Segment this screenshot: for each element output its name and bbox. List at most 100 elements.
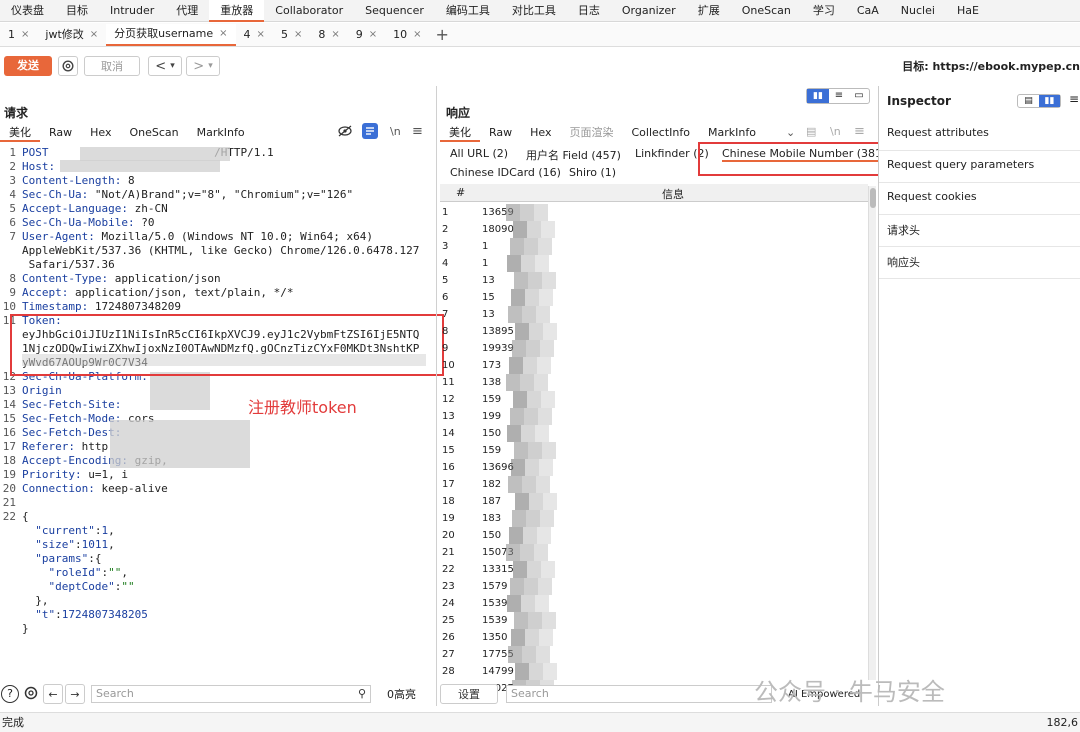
repeater-tab[interactable]: 8 × bbox=[310, 24, 347, 46]
target-label[interactable]: 目标: https://ebook.mypep.cn bbox=[902, 58, 1080, 74]
inspector-section[interactable]: Request query parameters bbox=[887, 158, 1034, 171]
table-row[interactable]: 6 15 bbox=[440, 289, 868, 306]
menu-item[interactable]: OneScan bbox=[731, 0, 802, 22]
menu-item[interactable]: 代理 bbox=[165, 0, 209, 22]
response-menu-icon[interactable]: ≡ bbox=[854, 124, 865, 139]
view-tab[interactable]: Hex bbox=[81, 124, 120, 142]
close-icon[interactable]: × bbox=[331, 24, 339, 46]
table-row[interactable]: 26 1350 bbox=[440, 629, 868, 646]
table-row[interactable]: 17 182 bbox=[440, 476, 868, 493]
menu-item[interactable]: 目标 bbox=[55, 0, 99, 22]
table-row[interactable]: 9 19939 bbox=[440, 340, 868, 357]
column-info[interactable]: 信息 bbox=[662, 186, 684, 202]
table-row[interactable]: 18 187 bbox=[440, 493, 868, 510]
view-tab[interactable]: MarkInfo bbox=[699, 124, 765, 142]
view-tab[interactable]: 美化 bbox=[440, 124, 480, 142]
menu-item[interactable]: Collaborator bbox=[264, 0, 354, 22]
repeater-tab[interactable]: 5 × bbox=[273, 24, 310, 46]
table-row[interactable]: 11 138 bbox=[440, 374, 868, 391]
layout-toggle[interactable]: ▮▮ ≡ ▭ bbox=[806, 88, 870, 104]
results-scrollbar[interactable] bbox=[868, 186, 876, 680]
table-row[interactable]: 24 1539 bbox=[440, 595, 868, 612]
cancel-button[interactable]: 取消 bbox=[84, 56, 140, 76]
table-row[interactable]: 23 1579 bbox=[440, 578, 868, 595]
table-row[interactable]: 13 199 bbox=[440, 408, 868, 425]
inspector-grid-icon[interactable]: ▮▮ bbox=[1039, 95, 1060, 107]
response-expand-icon[interactable]: ⌄ bbox=[786, 126, 795, 139]
inspector-section[interactable]: 请求头 bbox=[887, 222, 920, 238]
split-horizontal-icon[interactable]: ▮▮ bbox=[807, 89, 829, 103]
view-tab[interactable]: Raw bbox=[480, 124, 521, 142]
view-tab[interactable]: 美化 bbox=[0, 124, 40, 142]
inspector-section[interactable]: 响应头 bbox=[887, 254, 920, 270]
table-row[interactable]: 7 13 bbox=[440, 306, 868, 323]
back-button[interactable]: < ▾ bbox=[148, 56, 182, 76]
menu-item[interactable]: 对比工具 bbox=[501, 0, 567, 22]
repeater-tab[interactable]: jwt修改 × bbox=[37, 24, 106, 46]
repeater-tab[interactable]: 分页获取username × bbox=[106, 23, 236, 46]
add-tab-icon[interactable]: + bbox=[430, 25, 455, 44]
pane-divider[interactable] bbox=[436, 86, 437, 706]
view-tab[interactable]: 页面渲染 bbox=[561, 124, 623, 142]
search-next-button[interactable]: → bbox=[65, 684, 85, 704]
table-row[interactable]: 15 159 bbox=[440, 442, 868, 459]
table-row[interactable]: 14 150 bbox=[440, 425, 868, 442]
settings-button[interactable]: 设置 bbox=[440, 684, 498, 704]
view-tab[interactable]: MarkInfo bbox=[188, 124, 254, 142]
table-row[interactable]: 1 13659 bbox=[440, 204, 868, 221]
menu-item[interactable]: HaE bbox=[946, 0, 990, 22]
close-icon[interactable]: × bbox=[257, 24, 265, 46]
inspector-list-icon[interactable]: ▤ bbox=[1018, 95, 1039, 107]
send-button[interactable]: 发送 bbox=[4, 56, 52, 76]
view-tab[interactable]: OneScan bbox=[121, 124, 188, 142]
single-view-icon[interactable]: ▭ bbox=[849, 89, 869, 103]
view-tab[interactable]: Raw bbox=[40, 124, 81, 142]
menu-item[interactable]: 重放器 bbox=[209, 0, 265, 22]
settings-gear-button[interactable] bbox=[58, 56, 78, 76]
repeater-tab[interactable]: 4 × bbox=[236, 24, 273, 46]
menu-item[interactable]: CaA bbox=[846, 0, 890, 22]
request-menu-icon[interactable]: ≡ bbox=[412, 124, 423, 139]
search-settings-icon[interactable] bbox=[23, 685, 39, 704]
collectinfo-filter-tab[interactable]: Chinese IDCard (16) bbox=[450, 166, 561, 179]
table-row[interactable]: 16 13696 bbox=[440, 459, 868, 476]
close-icon[interactable]: × bbox=[219, 23, 227, 45]
inspector-collapse-icon[interactable]: ≡ bbox=[1069, 92, 1079, 106]
repeater-tab[interactable]: 10 × bbox=[385, 24, 429, 46]
menu-item[interactable]: 扩展 bbox=[687, 0, 731, 22]
hide-eye-icon[interactable] bbox=[338, 125, 352, 140]
collectinfo-filter-tab[interactable]: 用户名 Field (457) bbox=[526, 147, 621, 163]
menu-item[interactable]: Sequencer bbox=[354, 0, 435, 22]
table-row[interactable]: 21 15073 bbox=[440, 544, 868, 561]
column-index[interactable]: # bbox=[456, 186, 465, 199]
table-row[interactable]: 31 bbox=[440, 238, 868, 255]
close-icon[interactable]: × bbox=[294, 24, 302, 46]
table-row[interactable]: 25 1539 bbox=[440, 612, 868, 629]
wrap-lines-icon[interactable] bbox=[362, 123, 378, 139]
table-row[interactable]: 22 13315 bbox=[440, 561, 868, 578]
menu-item[interactable]: Nuclei bbox=[890, 0, 946, 22]
menu-item[interactable]: 仪表盘 bbox=[0, 0, 55, 22]
table-row[interactable]: 8 13895 bbox=[440, 323, 868, 340]
menu-item[interactable]: Intruder bbox=[99, 0, 165, 22]
menu-item[interactable]: 学习 bbox=[802, 0, 846, 22]
table-row[interactable]: 19 183 bbox=[440, 510, 868, 527]
split-vertical-icon[interactable]: ≡ bbox=[829, 89, 849, 103]
response-search-input[interactable]: Search bbox=[506, 685, 772, 703]
collectinfo-filter-tab[interactable]: All URL (2) bbox=[450, 147, 508, 160]
inspector-layout-toggle[interactable]: ▤ ▮▮ bbox=[1017, 94, 1061, 108]
close-icon[interactable]: × bbox=[369, 24, 377, 46]
help-icon[interactable]: ? bbox=[1, 685, 19, 703]
response-wrap-icon[interactable]: ▤ bbox=[806, 125, 816, 138]
view-tab[interactable]: CollectInfo bbox=[623, 124, 699, 142]
inspector-section[interactable]: Request attributes bbox=[887, 126, 989, 139]
table-row[interactable]: 12 159 bbox=[440, 391, 868, 408]
repeater-tab[interactable]: 9 × bbox=[348, 24, 385, 46]
table-row[interactable]: 20 150 bbox=[440, 527, 868, 544]
close-icon[interactable]: × bbox=[90, 24, 98, 46]
request-search-input[interactable]: Search ⚲ bbox=[91, 685, 371, 703]
view-tab[interactable]: Hex bbox=[521, 124, 560, 142]
newline-toggle[interactable]: \n bbox=[390, 125, 401, 138]
menu-item[interactable]: Organizer bbox=[611, 0, 687, 22]
table-row[interactable]: 5 13 bbox=[440, 272, 868, 289]
